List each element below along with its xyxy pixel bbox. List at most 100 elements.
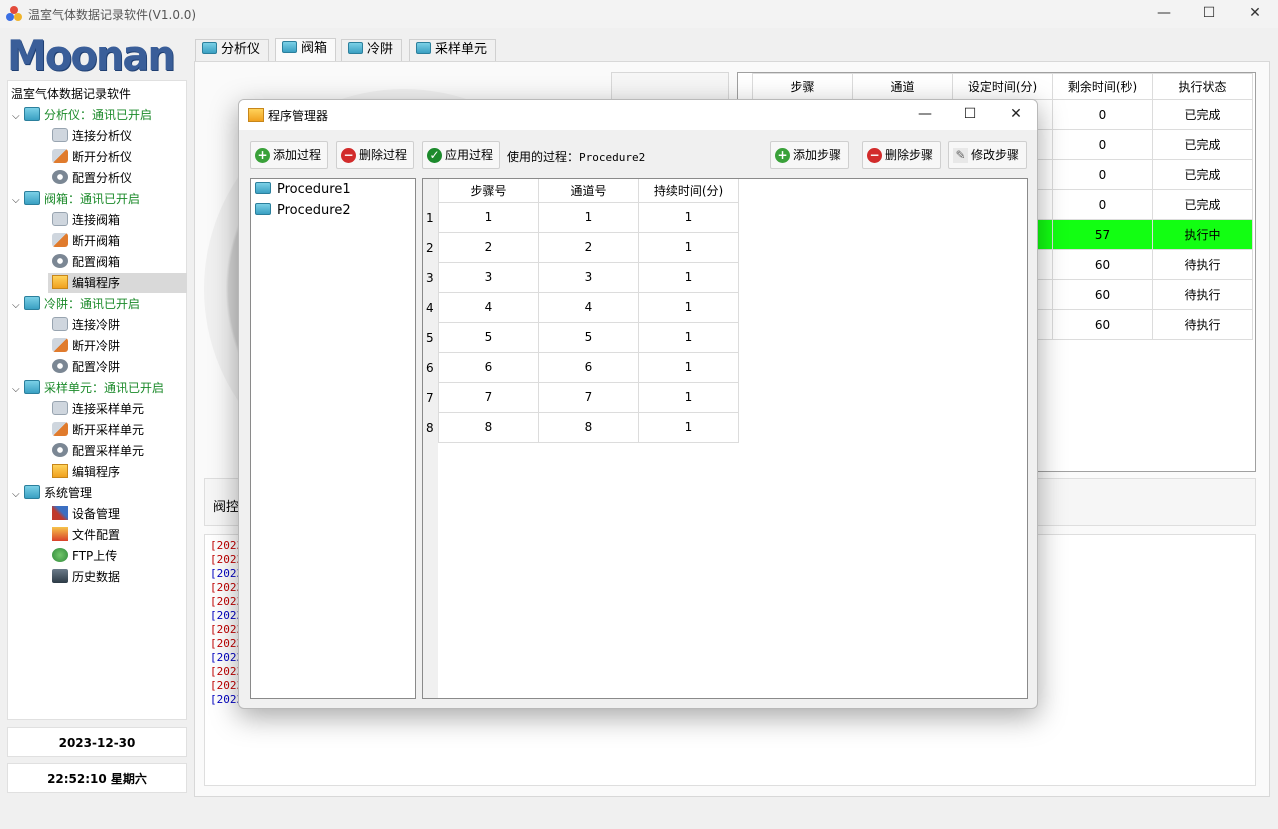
tree-item-disconnect-coldtrap[interactable]: 断开冷阱: [52, 336, 120, 356]
tree-item-history-data[interactable]: 历史数据: [52, 567, 120, 587]
column-header: 剩余时间(秒): [1052, 73, 1153, 100]
database-icon: [52, 569, 68, 583]
tree-item-connect-analyzer[interactable]: 连接分析仪: [52, 126, 132, 146]
tab-analyzer[interactable]: 分析仪: [195, 39, 270, 61]
tree-group-valvebox[interactable]: ⌵ 阀箱：通讯已开启: [12, 189, 140, 209]
apply-process-button[interactable]: ✓ 应用过程: [422, 141, 500, 169]
chevron-down-icon[interactable]: ⌵: [12, 296, 24, 316]
procedure-item[interactable]: Procedure1: [255, 180, 351, 200]
tree-item-disconnect-analyzer[interactable]: 断开分析仪: [52, 147, 132, 167]
dialog-maximize-button[interactable]: ☐: [947, 100, 993, 130]
row-number: 3: [426, 271, 434, 285]
dialog-minimize-button[interactable]: —: [902, 100, 948, 130]
table-row[interactable]: 661: [438, 351, 739, 383]
time-display: 22:52:10 星期六: [7, 763, 187, 793]
gauge-frame: [611, 72, 729, 102]
tree-item-ftp-upload[interactable]: FTP上传: [52, 546, 117, 566]
delete-step-button[interactable]: − 删除步骤: [862, 141, 941, 169]
modify-step-button[interactable]: ✎ 修改步骤: [948, 141, 1027, 169]
gear-icon: [52, 170, 68, 184]
row-number: 8: [426, 421, 434, 435]
app-icon: [6, 6, 22, 22]
tree-group-analyzer[interactable]: ⌵ 分析仪：通讯已开启: [12, 105, 152, 125]
dialog-title: 程序管理器: [268, 109, 329, 123]
table-row[interactable]: 551: [438, 321, 739, 353]
valve-control-label: 阀控: [213, 500, 240, 515]
column-header: 设定时间(分): [952, 73, 1053, 100]
used-process-label: 使用的过程：Procedure2: [507, 150, 646, 164]
column-header[interactable]: 步骤号: [438, 179, 539, 203]
maximize-button[interactable]: ☐: [1186, 0, 1232, 28]
column-header: 通道: [852, 73, 953, 100]
table-row[interactable]: 881: [438, 411, 739, 443]
table-row[interactable]: 771: [438, 381, 739, 413]
book-icon: [348, 42, 363, 54]
tree-item-connect-sampler[interactable]: 连接采样单元: [52, 399, 144, 419]
plus-icon: +: [775, 148, 790, 163]
chevron-down-icon[interactable]: ⌵: [12, 107, 24, 127]
plus-icon: +: [255, 148, 270, 163]
tree-item-file-config[interactable]: 文件配置: [52, 525, 120, 545]
book-icon: [24, 107, 40, 121]
step-grid[interactable]: 1 2 3 4 5 6 7 8 步骤号 通道号 持续时间(分) 111 221 …: [422, 178, 1028, 699]
minus-icon: −: [341, 148, 356, 163]
tree-item-disconnect-valvebox[interactable]: 断开阀箱: [52, 231, 120, 251]
procedure-item[interactable]: Procedure2: [255, 201, 351, 221]
edit-icon: ✎: [953, 148, 968, 163]
tree-item-config-coldtrap[interactable]: 配置冷阱: [52, 357, 120, 377]
edit-program-icon: [52, 275, 68, 289]
nav-tree: 温室气体数据记录软件 ⌵ 分析仪：通讯已开启 连接分析仪 断开分析仪 配置分析仪 …: [7, 80, 187, 720]
row-number: 1: [426, 211, 434, 225]
globe-icon: [52, 548, 68, 562]
book-icon: [24, 191, 40, 205]
add-process-button[interactable]: + 添加过程: [250, 141, 328, 169]
tree-item-device-manage[interactable]: 设备管理: [52, 504, 120, 524]
add-step-button[interactable]: + 添加步骤: [770, 141, 849, 169]
row-number: 5: [426, 331, 434, 345]
chevron-down-icon[interactable]: ⌵: [12, 191, 24, 211]
book-icon: [24, 380, 40, 394]
tree-group-system[interactable]: ⌵ 系统管理: [12, 483, 92, 503]
tab-coldtrap[interactable]: 冷阱: [341, 39, 403, 61]
dialog-title-bar: 程序管理器 — ☐ ✕: [239, 100, 1037, 130]
book-icon: [255, 182, 271, 194]
tree-group-sampler[interactable]: ⌵ 采样单元：通讯已开启: [12, 378, 164, 398]
tab-sampler[interactable]: 采样单元: [409, 39, 497, 61]
column-header[interactable]: 持续时间(分): [638, 179, 739, 203]
close-button[interactable]: ✕: [1232, 0, 1278, 28]
column-header[interactable]: 通道号: [538, 179, 639, 203]
row-header-column: 1 2 3 4 5 6 7 8: [423, 179, 438, 698]
dialog-close-button[interactable]: ✕: [993, 100, 1037, 130]
program-manager-dialog: 程序管理器 — ☐ ✕ + 添加过程 − 删除过程 ✓ 应用过程 使用的过程：Proc…: [238, 99, 1038, 709]
book-icon: [202, 42, 217, 54]
file-config-icon: [52, 527, 68, 541]
tab-valvebox[interactable]: 阀箱: [275, 38, 337, 61]
book-icon: [416, 42, 431, 54]
tree-item-edit-program-valvebox[interactable]: 编辑程序: [48, 273, 187, 293]
chevron-down-icon[interactable]: ⌵: [12, 485, 24, 505]
minus-icon: −: [867, 148, 882, 163]
tree-item-config-sampler[interactable]: 配置采样单元: [52, 441, 144, 461]
tree-item-config-analyzer[interactable]: 配置分析仪: [52, 168, 132, 188]
tree-group-coldtrap[interactable]: ⌵ 冷阱：通讯已开启: [12, 294, 140, 314]
tree-item-edit-program-sampler[interactable]: 编辑程序: [52, 462, 120, 482]
table-row[interactable]: 331: [438, 261, 739, 293]
table-row[interactable]: 221: [438, 231, 739, 263]
gear-icon: [52, 443, 68, 457]
tree-item-disconnect-sampler[interactable]: 断开采样单元: [52, 420, 144, 440]
delete-process-button[interactable]: − 删除过程: [336, 141, 414, 169]
procedure-list[interactable]: Procedure1 Procedure2: [250, 178, 416, 699]
table-row[interactable]: 441: [438, 291, 739, 323]
disconnect-icon: [52, 149, 68, 163]
minimize-button[interactable]: —: [1141, 0, 1187, 28]
connect-icon: [52, 128, 68, 142]
tree-item-connect-coldtrap[interactable]: 连接冷阱: [52, 315, 120, 335]
connect-icon: [52, 401, 68, 415]
row-number: 7: [426, 391, 434, 405]
tree-item-config-valvebox[interactable]: 配置阀箱: [52, 252, 120, 272]
chevron-down-icon[interactable]: ⌵: [12, 380, 24, 400]
used-process-value: Procedure2: [579, 151, 646, 164]
tools-icon: [52, 506, 68, 520]
tree-item-connect-valvebox[interactable]: 连接阀箱: [52, 210, 120, 230]
table-row[interactable]: 111: [438, 201, 739, 233]
